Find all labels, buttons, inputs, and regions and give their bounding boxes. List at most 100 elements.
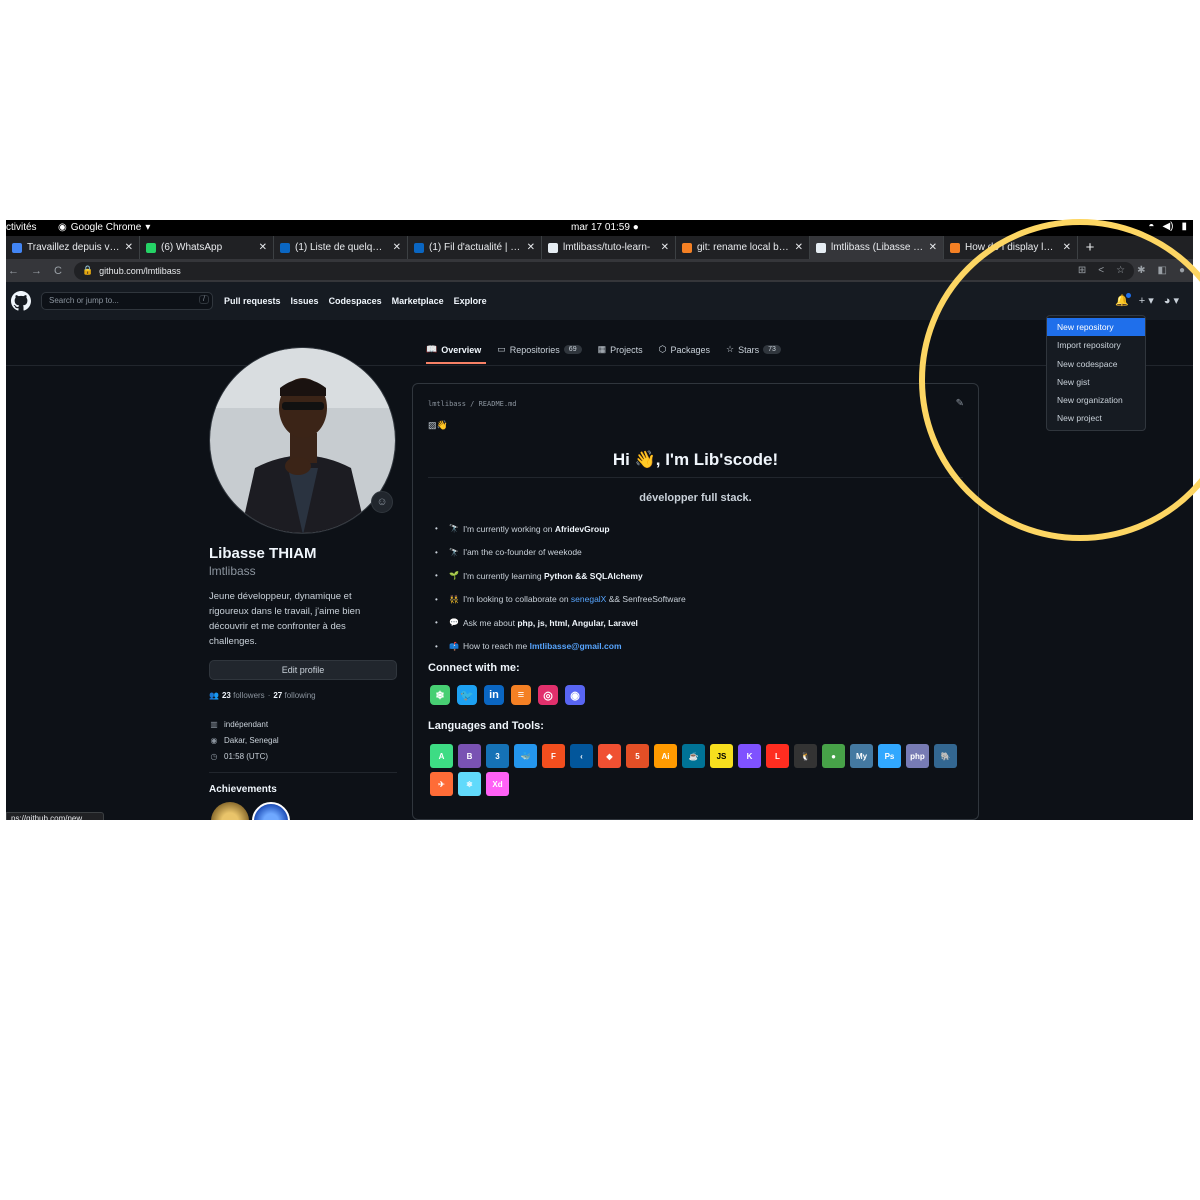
nav-issues[interactable]: Issues [291,296,319,306]
close-tab-icon[interactable]: ✕ [527,242,535,253]
twitter-icon[interactable]: 🐦 [457,685,477,705]
people-icon: 👥 [209,691,219,700]
linkedin-icon[interactable]: in [484,685,504,705]
nav-explore[interactable]: Explore [454,296,487,306]
close-tab-icon[interactable]: ✕ [393,242,401,253]
profile-login: lmtlibass [209,564,256,578]
achievement-badge[interactable] [252,802,290,820]
readme-heading: Hi 👋, I'm Lib'scode! [612,450,779,469]
item-prefix: I'm looking to collaborate on [462,594,571,605]
item-prefix: How to reach me [462,641,530,652]
tab-overview-label: Overview [441,344,482,355]
close-tab-icon[interactable]: ✕ [661,242,669,253]
browser-tab[interactable]: lmtlibass (Libasse TH ✕ [810,236,944,259]
tool-icons: A B 3 🐳 F ‹ ◆ 5 Ai ☕ JS K L 🐧 ● My Ps php 🐘 ✈ ⚛ Xd [430,744,970,796]
following-label: following [284,691,316,700]
social-icons: ❄ 🐦 in ≡ ◎ ◉ [430,685,585,705]
tab-packages-label: Packages [670,344,711,355]
browser-tab[interactable]: (6) WhatsApp ✕ [140,236,274,259]
mysql-icon: My [850,744,873,768]
browser-tab[interactable]: git: rename local bran ✕ [676,236,810,259]
readme-path: lmtlibass / README.md [428,400,517,408]
github-logo-icon[interactable] [11,291,31,311]
readme-path-file[interactable]: README.md [479,400,517,408]
favicon-icon [682,242,692,253]
search-input[interactable]: Search or jump to... / [41,292,213,310]
close-tab-icon[interactable]: ✕ [259,242,267,253]
android-icon: A [430,744,453,768]
codepen-icon[interactable]: ❄ [430,685,450,705]
favicon-icon [280,242,290,253]
tab-title: git: rename local bran [697,242,790,253]
system-tray[interactable]: ◓ ◀) ▮ [1148,221,1187,232]
instagram-icon[interactable]: ◎ [538,685,558,705]
followers-link[interactable]: 23 followers [222,691,265,700]
bullet: • [435,641,438,651]
tab-packages[interactable]: ⬡ Packages [659,344,710,355]
star-icon: ☆ [726,344,735,354]
discord-icon[interactable]: ◉ [565,685,585,705]
nav-codespaces[interactable]: Codespaces [329,296,382,306]
forward-icon[interactable]: → [31,265,42,277]
item-suffix: && SenfreeSoftware [606,594,686,605]
item-text: I'm currently learning Python && SQLAlch… [463,571,643,581]
browser-tab[interactable]: (1) Liste de quelques ✕ [274,236,408,259]
readme-list-item: • 🌱 I'm currently learning Python && SQLAl… [435,564,686,588]
edit-profile-button[interactable]: Edit profile [209,660,397,680]
caret-down-icon: ▾ [145,222,151,233]
tab-projects-label: Projects [610,344,643,355]
tab-overview[interactable]: 📖 Overview [426,344,481,355]
flutter-icon: ‹ [570,744,593,768]
readme-list-item: • 💬 Ask me about php, js, html, Angular, L… [435,611,686,635]
active-tab-indicator [426,362,486,364]
emoji: 🌱 [449,571,459,581]
achievement-badge[interactable] [211,802,249,820]
github-global-nav: Pull requests Issues Codespaces Marketpl… [224,296,487,306]
tab-repositories[interactable]: ▭ Repositories 69 [497,344,582,355]
browser-tab[interactable]: Travaillez depuis votr ✕ [6,236,140,259]
activities-button[interactable]: ctivités [6,222,37,233]
mongodb-icon: ● [822,744,845,768]
php-icon: php [906,744,929,768]
close-tab-icon[interactable]: ✕ [125,242,133,253]
app-menu[interactable]: ◉ Google Chrome ▾ [58,222,150,233]
item-text: Ask me about php, js, html, Angular, Lar… [463,618,638,628]
item-link[interactable]: senegalX [571,594,606,604]
readme-path-user[interactable]: lmtlibass [428,400,466,408]
location-icon: ◉ [210,735,218,745]
readme-list-item: • 📫 How to reach me lmtlibasse@gmail.com [435,635,686,659]
browser-tab[interactable]: (1) Fil d'actualité | Lin ✕ [408,236,542,259]
reload-icon[interactable]: C [54,265,62,277]
nav-marketplace[interactable]: Marketplace [392,296,444,306]
browser-tab[interactable]: lmtlibass/tuto-learn- ✕ [542,236,676,259]
item-text: I'm currently working on AfridevGroup [463,524,610,534]
java-icon: ☕ [682,744,705,768]
back-icon[interactable]: ← [8,265,19,277]
item-prefix: I'm currently learning [462,570,544,581]
emoji: 🔭 [449,524,459,534]
close-tab-icon[interactable]: ✕ [929,242,937,253]
favicon-icon [950,242,960,253]
item-prefix: Ask me about [462,617,518,628]
item-text: I'am the co-founder of weekode [463,547,582,557]
profile-avatar[interactable] [209,347,396,534]
item-strong: Python && SQLAlchemy [543,570,643,581]
email-link[interactable]: lmtlibasse@gmail.com [530,641,622,651]
postman-icon: ✈ [430,772,453,796]
readme-list-item: • 🔭 I'm currently working on AfridevGroup [435,517,686,541]
set-status-button[interactable]: ☺ [371,491,393,513]
nav-pull-requests[interactable]: Pull requests [224,296,281,306]
stackoverflow-icon[interactable]: ≡ [511,685,531,705]
sidebar-divider [209,772,397,773]
tab-stars[interactable]: ☆ Stars 73 [726,344,781,355]
tab-title: (1) Liste de quelques [295,242,388,253]
clock[interactable]: mar 17 01:59 ● [571,222,639,233]
html5-icon: 5 [626,744,649,768]
close-tab-icon[interactable]: ✕ [795,242,803,253]
tools-title: Languages and Tools: [428,720,544,732]
following-link[interactable]: 27 following [273,691,315,700]
emoji: 🔭 [449,547,459,557]
emoji: 👯 [449,594,459,604]
tab-projects[interactable]: ▦ Projects [598,344,643,355]
clock-label: mar 17 01:59 [571,222,630,233]
